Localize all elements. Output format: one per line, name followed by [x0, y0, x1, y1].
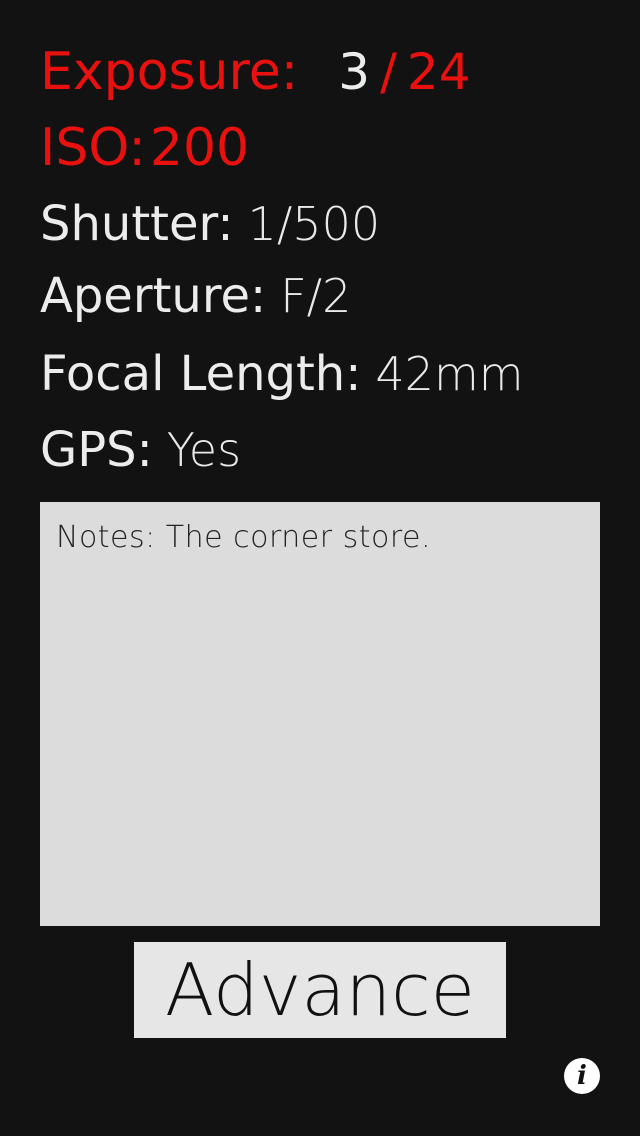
iso-row: ISO:200 — [40, 122, 249, 174]
focal-length-value: 42mm — [375, 347, 524, 401]
aperture-label: Aperture: — [40, 268, 267, 324]
shutter-value: 1/500 — [247, 197, 381, 251]
notes-text: Notes: The corner store. — [56, 520, 432, 555]
notes-textarea[interactable]: Notes: The corner store. — [40, 502, 600, 926]
exposure-label: Exposure: — [40, 42, 299, 102]
exposure-current: 3 — [338, 43, 371, 101]
exposure-total: 24 — [406, 43, 471, 101]
aperture-row: Aperture: F/2 — [40, 272, 351, 320]
shutter-row: Shutter: 1/500 — [40, 200, 380, 248]
gps-row: GPS: Yes — [40, 426, 241, 474]
iso-value: 200 — [149, 118, 250, 178]
exposure-row: Exposure: 3/24 — [40, 46, 471, 98]
iso-label: ISO: — [40, 118, 146, 178]
focal-length-label: Focal Length: — [40, 346, 362, 402]
gps-label: GPS: — [40, 422, 153, 478]
shutter-label: Shutter: — [40, 196, 234, 252]
focal-length-row: Focal Length: 42mm — [40, 350, 524, 398]
aperture-value: F/2 — [280, 269, 352, 323]
gps-value: Yes — [166, 423, 242, 477]
advance-button[interactable]: Advance — [134, 942, 506, 1038]
info-icon[interactable]: i — [564, 1058, 600, 1094]
exposure-separator: / — [380, 43, 397, 101]
